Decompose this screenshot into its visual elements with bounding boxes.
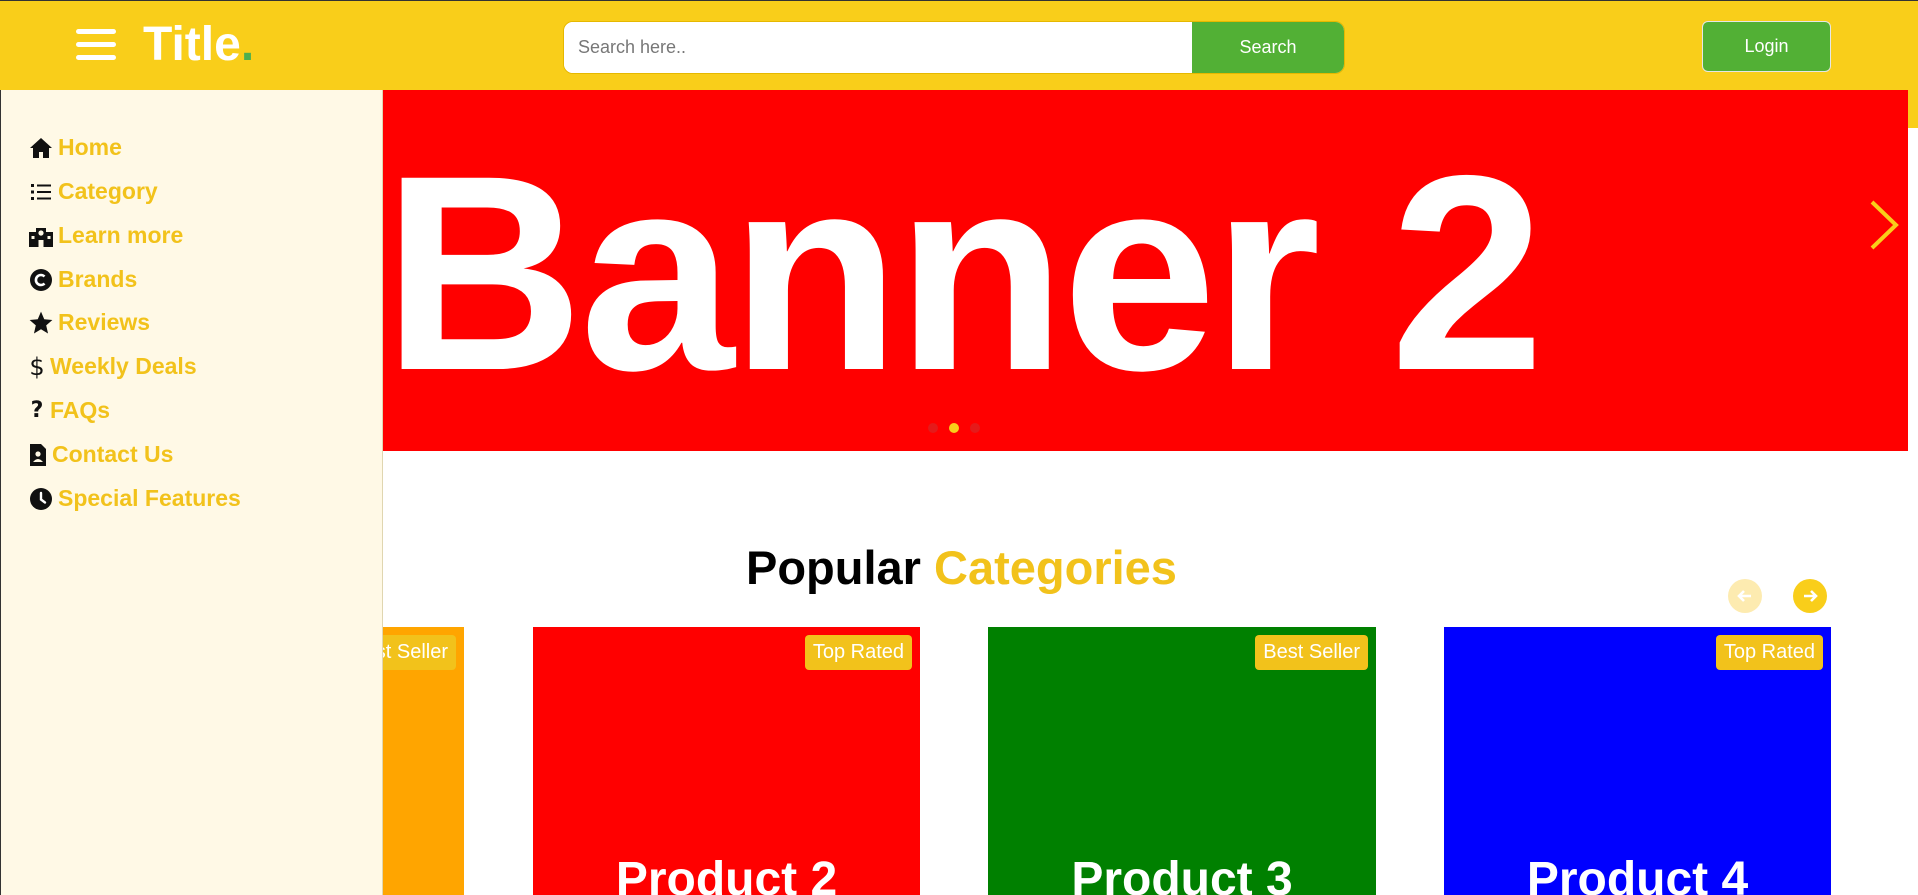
search-button[interactable]: Search [1192, 22, 1344, 73]
logo-dot: . [240, 18, 255, 71]
carousel-dot-1[interactable] [928, 423, 938, 433]
question-icon: ? [30, 398, 44, 423]
carousel-dot-3[interactable] [970, 423, 980, 433]
login-button[interactable]: Login [1702, 21, 1831, 72]
banner-carousel: Banner 2 [383, 90, 1908, 451]
product-title: Product 3 [1071, 853, 1293, 895]
hamburger-menu-icon[interactable] [76, 29, 116, 63]
sidebar-item-label: Home [58, 134, 122, 160]
scrollbar-thumb[interactable] [1908, 90, 1918, 128]
carousel-next-arrow-icon[interactable] [1858, 190, 1908, 260]
product-card[interactable]: Top Rated Product 4 [1444, 627, 1831, 895]
product-card[interactable]: Top Rated Product 2 [533, 627, 920, 895]
top-header: Title. Search Login [0, 0, 1918, 90]
carousel-indicators [928, 423, 980, 433]
clock-icon [28, 486, 54, 512]
section-title-part1: Popular [746, 541, 921, 594]
school-icon [28, 223, 54, 249]
sidebar-item-label: Contact Us [52, 441, 174, 467]
sidebar-item-category[interactable]: Category [28, 178, 158, 205]
banner-heading: Banner 2 [383, 117, 1545, 428]
sidebar-item-label: Reviews [58, 309, 151, 335]
list-icon [28, 179, 54, 205]
product-title: Product 4 [1526, 853, 1749, 895]
dollar-icon: $ [29, 352, 45, 381]
sidebar-item-special-features[interactable]: Special Features [28, 485, 241, 512]
product-badge: Top Rated [804, 635, 912, 670]
sidebar-item-label: Weekly Deals [50, 353, 197, 379]
sidebar-item-label: Learn more [58, 222, 184, 248]
next-products-arrow-icon[interactable] [1793, 579, 1827, 613]
contact-file-icon [28, 442, 48, 468]
search-bar: Search [563, 21, 1345, 74]
logo-text: Title [143, 18, 241, 71]
carousel-dot-2[interactable] [949, 423, 959, 433]
home-icon [28, 135, 54, 161]
sidebar-item-home[interactable]: Home [28, 134, 122, 161]
copyright-icon [28, 267, 54, 293]
prev-products-arrow-icon[interactable] [1728, 579, 1762, 613]
section-title-part2: Categories [934, 541, 1177, 594]
scrollbar-track[interactable] [1908, 90, 1918, 895]
sidebar-item-faqs[interactable]: ? FAQs [28, 397, 110, 424]
product-card[interactable]: Best Seller Product 3 [988, 627, 1376, 895]
sidebar-item-weekly-deals[interactable]: $ Weekly Deals [28, 352, 197, 381]
section-title: Popular Categories [746, 540, 1177, 596]
product-title: Product 2 [615, 853, 838, 895]
site-logo[interactable]: Title. [143, 17, 254, 73]
search-input[interactable] [564, 22, 1192, 73]
product-badge: Top Rated [1715, 635, 1823, 670]
sidebar-item-reviews[interactable]: Reviews [28, 309, 150, 336]
sidebar: Home Category Learn more Brands Reviews … [0, 90, 383, 895]
product-badge: Best Seller [1255, 635, 1368, 670]
sidebar-item-label: Category [58, 178, 158, 204]
star-icon [28, 310, 54, 336]
product-badge: Best Seller [383, 635, 456, 670]
sidebar-item-label: Special Features [58, 485, 241, 511]
sidebar-item-brands[interactable]: Brands [28, 266, 137, 293]
sidebar-item-label: Brands [58, 266, 138, 292]
sidebar-item-label: FAQs [50, 397, 111, 423]
sidebar-item-learn-more[interactable]: Learn more [28, 222, 183, 249]
product-card[interactable]: Best Seller [383, 627, 464, 895]
sidebar-item-contact-us[interactable]: Contact Us [28, 441, 173, 468]
